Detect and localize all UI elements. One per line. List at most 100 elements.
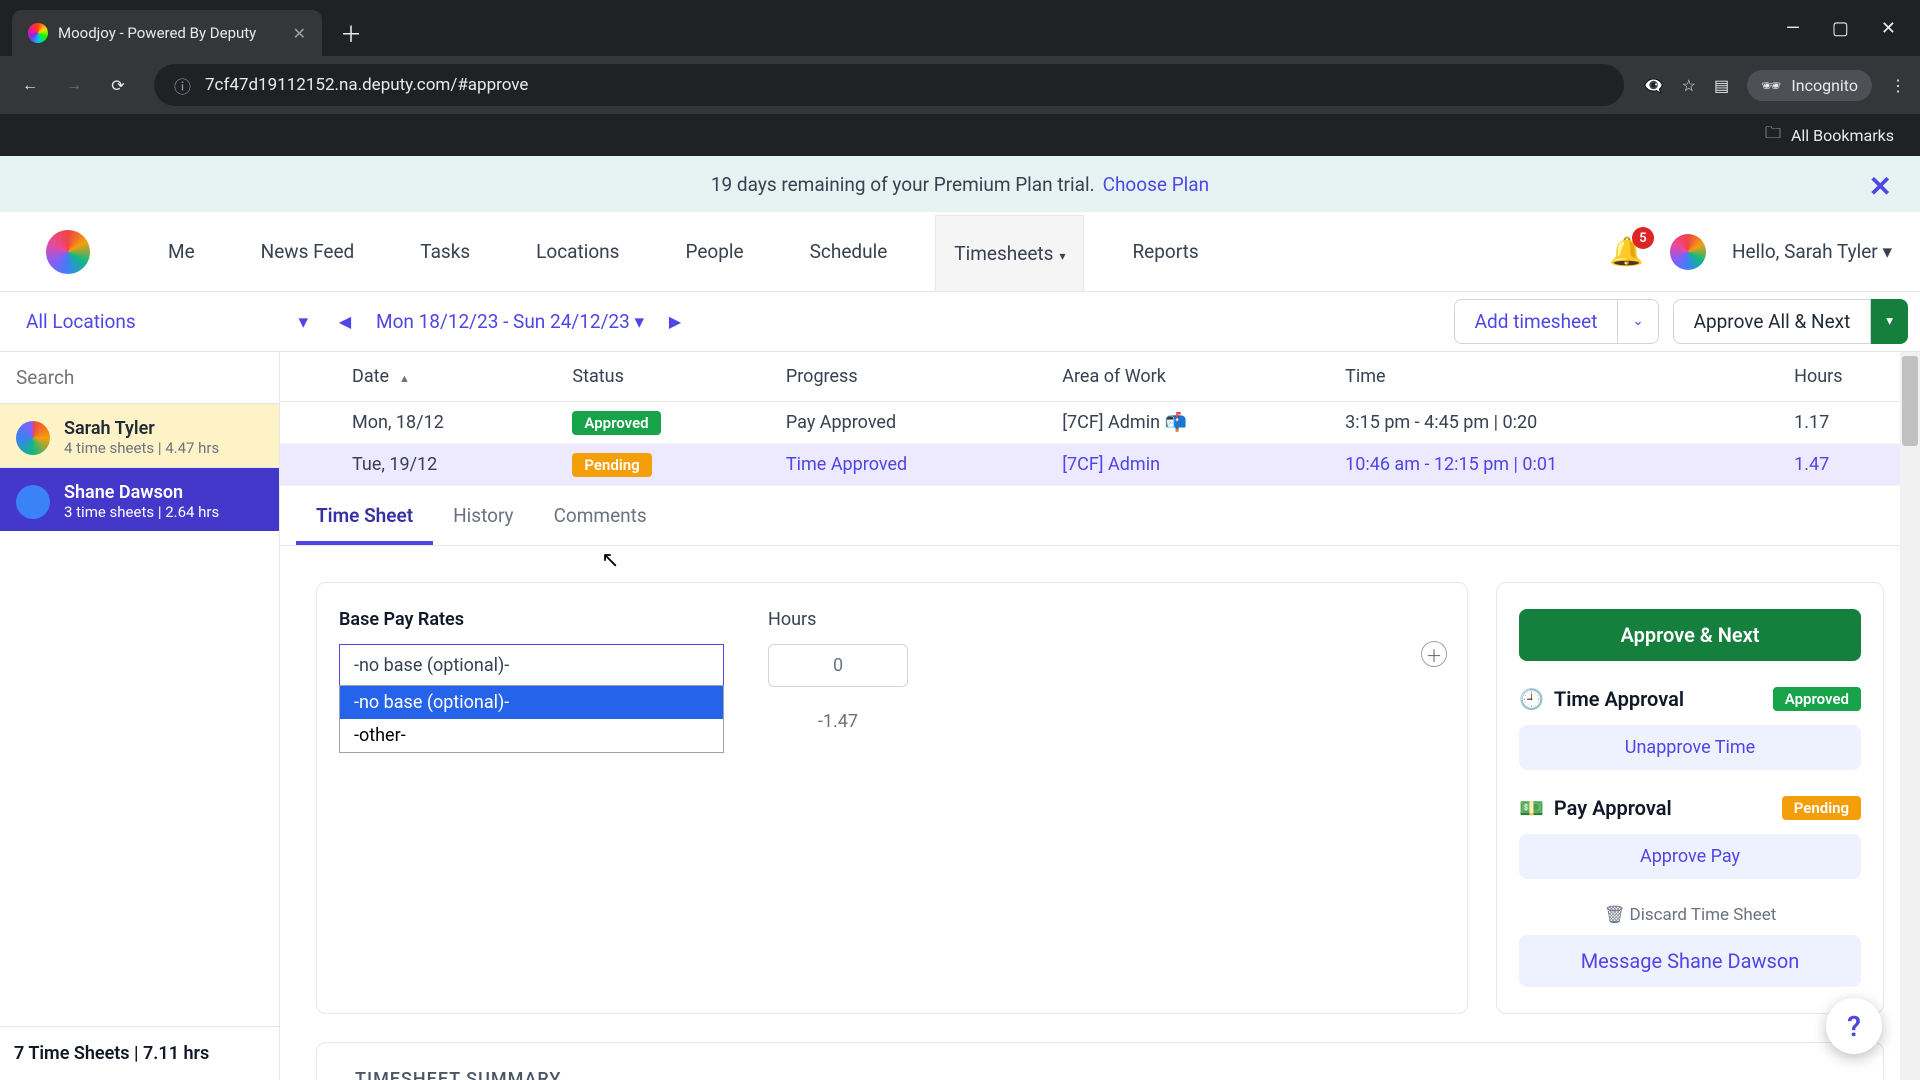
back-button[interactable]: ← — [14, 69, 46, 101]
date-prev-button[interactable]: ◀ — [322, 301, 368, 343]
col-time[interactable]: Time — [1333, 352, 1782, 402]
table-row[interactable]: Mon, 18/12 Approved Pay Approved [7CF] A… — [280, 402, 1920, 444]
nav-me[interactable]: Me — [150, 214, 213, 290]
time-approval-title: 🕘 Time Approval — [1519, 687, 1684, 711]
approve-next-button[interactable]: Approve & Next — [1519, 609, 1861, 661]
toolbar-right: 👁‍🗨 ☆ ▤ 🕶 Incognito ⋮ — [1644, 70, 1906, 101]
browser-tab-strip: Moodjoy - Powered By Deputy ✕ ＋ ― ▢ ✕ — [0, 0, 1920, 56]
dropdown-option[interactable]: -no base (optional)- — [340, 686, 723, 719]
all-bookmarks-button[interactable]: All Bookmarks — [1791, 126, 1894, 145]
cell-progress: Time Approved — [786, 454, 907, 475]
scrollbar[interactable] — [1900, 352, 1920, 1080]
content-pane: Date Status Progress Area of Work Time H… — [280, 352, 1920, 1080]
add-timesheet-caret[interactable]: ⌄ — [1618, 299, 1658, 344]
address-bar: ← → ⟳ ⓘ 7cf47d19112152.na.deputy.com/#ap… — [0, 56, 1920, 114]
add-pay-rate-icon[interactable]: ＋ — [1421, 641, 1447, 667]
approve-all-caret[interactable]: ▾ — [1871, 299, 1908, 344]
pay-approval-badge: Pending — [1782, 796, 1861, 820]
employee-name: Shane Dawson — [64, 482, 219, 503]
cash-icon: 💵 — [1519, 796, 1544, 820]
discard-timesheet-link[interactable]: 🗑 Discard Time Sheet — [1519, 905, 1861, 925]
cell-date: Mon, 18/12 — [340, 402, 560, 444]
col-progress[interactable]: Progress — [774, 352, 1050, 402]
add-timesheet-button[interactable]: Add timesheet — [1454, 299, 1619, 344]
message-employee-button[interactable]: Message Shane Dawson — [1519, 935, 1861, 987]
url-text: 7cf47d19112152.na.deputy.com/#approve — [205, 75, 528, 95]
hours-diff: -1.47 — [768, 701, 908, 742]
table-row[interactable]: Tue, 19/12 Pending Time Approved [7CF] A… — [280, 444, 1920, 486]
date-range-picker[interactable]: Mon 18/12/23 - Sun 24/12/23 ▾ — [368, 300, 652, 343]
new-tab-button[interactable]: ＋ — [340, 17, 362, 49]
detail-tabs: Time Sheet History Comments — [280, 486, 1920, 546]
approve-pay-button[interactable]: Approve Pay — [1519, 834, 1861, 879]
minimize-icon[interactable]: ― — [1786, 18, 1800, 39]
cell-date: Tue, 19/12 — [340, 444, 560, 486]
user-avatar[interactable] — [1670, 234, 1706, 270]
nav-right: 🔔5 Hello, Sarah Tyler ▾ — [1609, 234, 1892, 270]
base-pay-select[interactable] — [339, 644, 724, 687]
chevron-down-icon: ▾ — [634, 310, 644, 333]
unapprove-time-button[interactable]: Unapprove Time — [1519, 725, 1861, 770]
banner-close-icon[interactable]: ✕ — [1869, 170, 1892, 203]
reload-button[interactable]: ⟳ — [102, 69, 134, 101]
dropdown-option[interactable]: -other- — [340, 719, 723, 752]
app-logo[interactable] — [46, 230, 90, 274]
approval-card: Approve & Next 🕘Time Approval Approved U… — [1496, 582, 1884, 1014]
pay-approval-title: 💵Pay Approval — [1519, 796, 1672, 820]
avatar — [16, 485, 50, 519]
employee-item[interactable]: Sarah Tyler 4 time sheets | 4.47 hrs — [0, 403, 279, 467]
incognito-label: Incognito — [1791, 76, 1858, 95]
eye-off-icon[interactable]: 👁‍🗨 — [1644, 76, 1664, 95]
clock-icon: 🕘 — [1519, 687, 1544, 711]
scrollbar-thumb[interactable] — [1902, 356, 1918, 446]
reader-icon[interactable]: ▤ — [1714, 76, 1729, 95]
help-bubble[interactable]: ? — [1826, 998, 1882, 1054]
nav-tasks[interactable]: Tasks — [402, 214, 488, 290]
nav-news-feed[interactable]: News Feed — [243, 214, 373, 290]
nav-people[interactable]: People — [667, 214, 761, 290]
col-date[interactable]: Date — [340, 352, 560, 402]
cell-time: 10:46 am - 12:15 pm | 0:01 — [1345, 454, 1557, 475]
hours-input[interactable]: 0 — [768, 644, 908, 687]
user-greeting[interactable]: Hello, Sarah Tyler ▾ — [1732, 240, 1892, 263]
discard-text: Discard Time Sheet — [1630, 905, 1777, 925]
tab-timesheet[interactable]: Time Sheet — [296, 486, 433, 545]
choose-plan-link[interactable]: Choose Plan — [1103, 173, 1210, 196]
bookmark-star-icon[interactable]: ☆ — [1682, 76, 1696, 95]
forward-button[interactable]: → — [58, 69, 90, 101]
nav-reports[interactable]: Reports — [1114, 214, 1216, 290]
nav-locations[interactable]: Locations — [518, 214, 637, 290]
location-dropdown[interactable]: All Locations ▾ — [12, 300, 322, 343]
employee-item[interactable]: Shane Dawson 3 time sheets | 2.64 hrs — [0, 467, 279, 531]
nav-schedule[interactable]: Schedule — [792, 214, 906, 290]
browser-tab[interactable]: Moodjoy - Powered By Deputy ✕ — [12, 10, 322, 56]
chevron-down-icon: ▾ — [1059, 249, 1065, 263]
approve-all-button[interactable]: Approve All & Next — [1673, 299, 1872, 344]
col-status[interactable]: Status — [560, 352, 774, 402]
date-range-text: Mon 18/12/23 - Sun 24/12/23 — [376, 310, 630, 333]
employee-search-input[interactable] — [16, 366, 263, 389]
window-controls: ― ▢ ✕ — [1786, 18, 1920, 39]
tab-comments[interactable]: Comments — [534, 486, 667, 545]
col-area[interactable]: Area of Work — [1050, 352, 1333, 402]
close-window-icon[interactable]: ✕ — [1881, 18, 1896, 39]
cell-hours: 1.47 — [1794, 454, 1829, 475]
main-split: Sarah Tyler 4 time sheets | 4.47 hrs Sha… — [0, 352, 1920, 1080]
cell-area: [7CF] Admin 📬 — [1050, 402, 1333, 444]
nav-timesheets[interactable]: Timesheets▾ — [935, 215, 1084, 291]
employee-meta: 3 time sheets | 2.64 hrs — [64, 503, 219, 521]
time-approval-text: Time Approval — [1554, 687, 1684, 711]
tab-history[interactable]: History — [433, 486, 533, 545]
col-expand — [280, 352, 340, 402]
tab-close-icon[interactable]: ✕ — [293, 24, 306, 43]
notifications-bell[interactable]: 🔔5 — [1609, 235, 1644, 268]
kebab-menu-icon[interactable]: ⋮ — [1890, 76, 1906, 95]
url-input[interactable]: ⓘ 7cf47d19112152.na.deputy.com/#approve — [154, 64, 1624, 106]
site-info-icon[interactable]: ⓘ — [174, 73, 191, 98]
incognito-indicator[interactable]: 🕶 Incognito — [1747, 70, 1872, 101]
date-next-button[interactable]: ▶ — [652, 301, 698, 343]
nav-items: Me News Feed Tasks Locations People Sche… — [150, 214, 1217, 290]
employee-footer-summary: 7 Time Sheets | 7.11 hrs — [0, 1026, 279, 1080]
trash-icon: 🗑 — [1604, 905, 1626, 925]
maximize-icon[interactable]: ▢ — [1832, 18, 1849, 39]
